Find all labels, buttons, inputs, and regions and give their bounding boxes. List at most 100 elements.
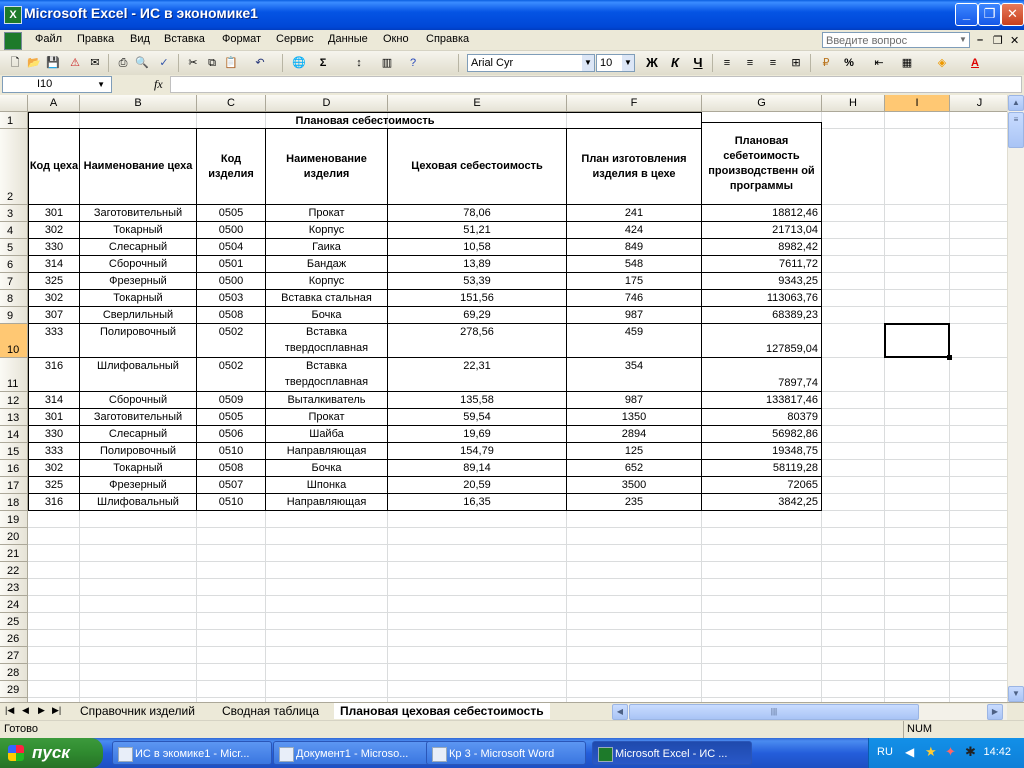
- column-header[interactable]: H: [822, 95, 885, 112]
- grid-cell[interactable]: [567, 579, 702, 596]
- row-header[interactable]: 18: [0, 494, 28, 511]
- grid-cell[interactable]: [822, 596, 885, 613]
- grid-cell[interactable]: [702, 647, 822, 664]
- grid-cell[interactable]: [80, 647, 197, 664]
- data-cell[interactable]: Шпонка: [266, 477, 388, 494]
- grid-cell[interactable]: [702, 596, 822, 613]
- data-cell[interactable]: 302: [28, 460, 80, 477]
- grid-cell[interactable]: [950, 443, 1007, 460]
- row-header[interactable]: 4: [0, 222, 28, 239]
- row-header[interactable]: 23: [0, 579, 28, 596]
- grid-cell[interactable]: [885, 409, 950, 426]
- menu-insert[interactable]: Вставка: [164, 33, 205, 45]
- close-button[interactable]: ✕: [1001, 3, 1024, 26]
- grid-cell[interactable]: [885, 647, 950, 664]
- grid-cell[interactable]: [950, 426, 1007, 443]
- data-cell[interactable]: 424: [567, 222, 702, 239]
- grid-cell[interactable]: [950, 647, 1007, 664]
- grid-cell[interactable]: [885, 579, 950, 596]
- grid-cell[interactable]: [197, 647, 266, 664]
- grid-cell[interactable]: [266, 613, 388, 630]
- data-cell[interactable]: Вставка твердосплавная: [266, 324, 388, 358]
- grid-cell[interactable]: [950, 596, 1007, 613]
- row-header[interactable]: 25: [0, 613, 28, 630]
- task-excel-workbook[interactable]: ИС в экомике1 - Micr...: [112, 741, 272, 765]
- grid-cell[interactable]: [822, 494, 885, 511]
- data-cell[interactable]: 58119,28: [702, 460, 822, 477]
- hscroll-thumb[interactable]: |||: [629, 704, 919, 720]
- minimize-button[interactable]: _: [955, 3, 978, 26]
- data-cell[interactable]: 325: [28, 273, 80, 290]
- data-cell[interactable]: 78,06: [388, 205, 567, 222]
- grid-cell[interactable]: [885, 290, 950, 307]
- grid-cell[interactable]: [885, 443, 950, 460]
- row-header[interactable]: 16: [0, 460, 28, 477]
- row-header[interactable]: 9: [0, 307, 28, 324]
- grid-cell[interactable]: [950, 630, 1007, 647]
- underline-button[interactable]: Ч: [689, 54, 707, 72]
- grid-cell[interactable]: [950, 494, 1007, 511]
- decrease-indent-icon[interactable]: ⇤: [870, 54, 888, 72]
- column-header[interactable]: J: [950, 95, 1007, 112]
- fill-handle[interactable]: [947, 355, 952, 360]
- data-cell[interactable]: Слесарный: [80, 239, 197, 256]
- tray-expand-icon[interactable]: ◀: [905, 745, 914, 759]
- data-cell[interactable]: 0508: [197, 307, 266, 324]
- grid-cell[interactable]: [950, 460, 1007, 477]
- grid-cell[interactable]: [950, 239, 1007, 256]
- data-cell[interactable]: 0505: [197, 409, 266, 426]
- grid-cell[interactable]: [567, 511, 702, 528]
- doc-minimize-button[interactable]: –: [977, 34, 983, 46]
- select-all-corner[interactable]: [0, 95, 28, 112]
- grid-cell[interactable]: [197, 681, 266, 698]
- name-box[interactable]: I10 ▼: [2, 76, 112, 93]
- insert-function-icon[interactable]: fx: [154, 77, 163, 92]
- data-cell[interactable]: Слесарный: [80, 426, 197, 443]
- data-cell[interactable]: Корпус: [266, 222, 388, 239]
- grid-cell[interactable]: [388, 647, 567, 664]
- grid-cell[interactable]: [388, 545, 567, 562]
- grid-cell[interactable]: [266, 596, 388, 613]
- column-header[interactable]: C: [197, 95, 266, 112]
- row-header[interactable]: 1: [0, 112, 28, 129]
- grid-cell[interactable]: [822, 562, 885, 579]
- menu-tools[interactable]: Сервис: [276, 33, 314, 45]
- grid-cell[interactable]: [822, 477, 885, 494]
- grid-cell[interactable]: [567, 562, 702, 579]
- data-cell[interactable]: 301: [28, 205, 80, 222]
- cut-icon[interactable]: ✂: [184, 54, 202, 72]
- font-name-select[interactable]: Arial Cyr ▼: [467, 54, 595, 72]
- column-header[interactable]: G: [702, 95, 822, 112]
- data-cell[interactable]: 154,79: [388, 443, 567, 460]
- data-cell[interactable]: 987: [567, 392, 702, 409]
- grid-cell[interactable]: [822, 613, 885, 630]
- copy-icon[interactable]: ⧉: [203, 54, 221, 72]
- grid-cell[interactable]: [822, 630, 885, 647]
- data-cell[interactable]: 548: [567, 256, 702, 273]
- grid-cell[interactable]: [950, 528, 1007, 545]
- data-cell[interactable]: 0508: [197, 460, 266, 477]
- grid-cell[interactable]: [567, 545, 702, 562]
- data-cell[interactable]: 53,39: [388, 273, 567, 290]
- column-header[interactable]: E: [388, 95, 567, 112]
- data-cell[interactable]: 301: [28, 409, 80, 426]
- data-cell[interactable]: 16,35: [388, 494, 567, 511]
- data-cell[interactable]: 0507: [197, 477, 266, 494]
- data-cell[interactable]: Фрезерный: [80, 477, 197, 494]
- grid-cell[interactable]: [28, 664, 80, 681]
- grid-cell[interactable]: [822, 443, 885, 460]
- grid-cell[interactable]: [80, 579, 197, 596]
- data-cell[interactable]: 0500: [197, 273, 266, 290]
- formula-input[interactable]: [170, 76, 1022, 93]
- grid-cell[interactable]: [80, 664, 197, 681]
- grid-cell[interactable]: [822, 545, 885, 562]
- data-cell[interactable]: 89,14: [388, 460, 567, 477]
- grid-cell[interactable]: [388, 630, 567, 647]
- grid-cell[interactable]: [80, 545, 197, 562]
- sheet-tab-summary[interactable]: Сводная таблица: [216, 703, 325, 719]
- data-cell[interactable]: 175: [567, 273, 702, 290]
- data-cell[interactable]: 235: [567, 494, 702, 511]
- column-title-cell[interactable]: План изготовления изделия в цехе: [567, 129, 702, 205]
- data-cell[interactable]: 72065: [702, 477, 822, 494]
- data-cell[interactable]: 314: [28, 392, 80, 409]
